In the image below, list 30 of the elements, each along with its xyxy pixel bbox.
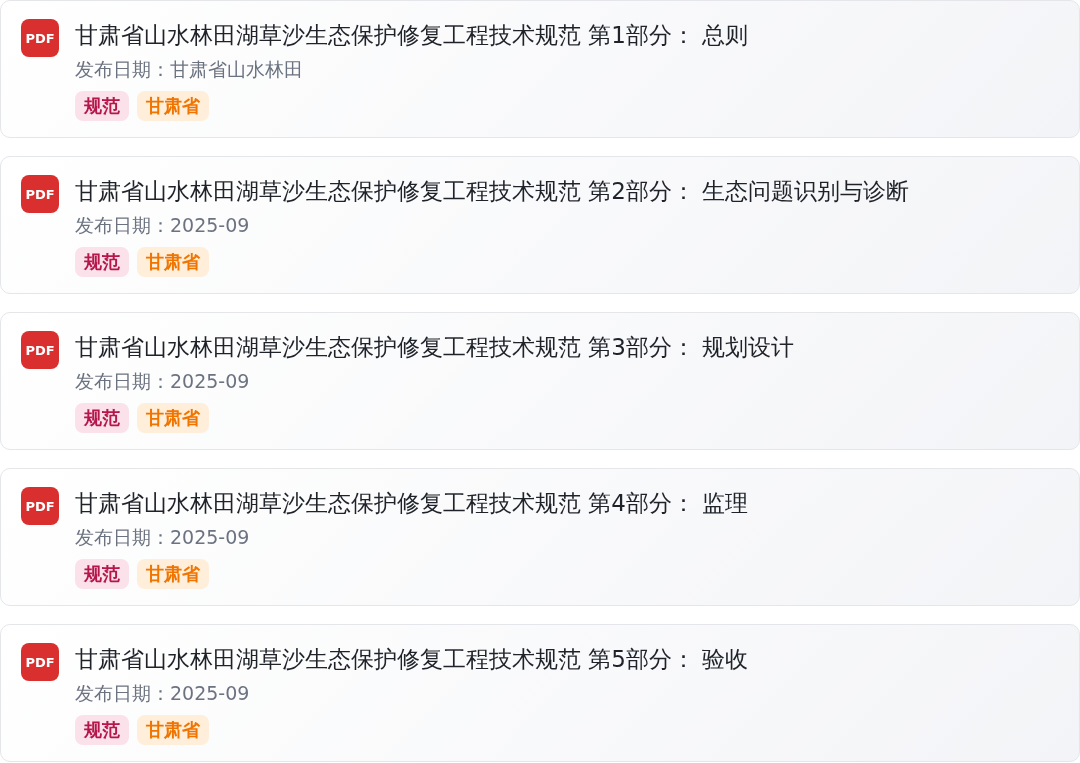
document-title[interactable]: 甘肃省山水林田湖草沙生态保护修复工程技术规范 第1部分： 总则 [75,17,749,53]
publish-date: 发布日期：2025-09 [75,213,251,238]
document-title[interactable]: 甘肃省山水林田湖草沙生态保护修复工程技术规范 第2部分： 生态问题识别与诊断 [75,173,910,209]
tag: 甘肃省 [137,403,209,433]
document-card[interactable]: PDF 甘肃省山水林田湖草沙生态保护修复工程技术规范 第4部分： 监理 发布日期：2025-09 规范 甘肃省 [0,468,1080,606]
document-card[interactable]: PDF 甘肃省山水林田湖草沙生态保护修复工程技术规范 第1部分： 总则 发布日期：甘肃省山水林田 规范 甘肃省 [0,0,1080,138]
pdf-icon: PDF [21,331,59,369]
document-card[interactable]: PDF 甘肃省山水林田湖草沙生态保护修复工程技术规范 第5部分： 验收 发布日期：2025-09 规范 甘肃省 [0,624,1080,762]
tag: 规范 [75,91,129,121]
pdf-icon: PDF [21,19,59,57]
publish-date: 发布日期：2025-09 [75,681,251,706]
tag: 甘肃省 [137,247,209,277]
pdf-icon: PDF [21,643,59,681]
publish-date: 发布日期：甘肃省山水林田 [75,57,304,82]
document-card[interactable]: PDF 甘肃省山水林田湖草沙生态保护修复工程技术规范 第3部分： 规划设计 发布日期：2025-09 规范 甘肃省 [0,312,1080,450]
tag: 甘肃省 [137,91,209,121]
document-title[interactable]: 甘肃省山水林田湖草沙生态保护修复工程技术规范 第5部分： 验收 [75,641,749,677]
tag: 规范 [75,403,129,433]
publish-date: 发布日期：2025-09 [75,369,251,394]
document-title[interactable]: 甘肃省山水林田湖草沙生态保护修复工程技术规范 第4部分： 监理 [75,485,749,521]
document-card[interactable]: PDF 甘肃省山水林田湖草沙生态保护修复工程技术规范 第2部分： 生态问题识别与诊断 发布日期：2025-09 规范 甘肃省 [0,156,1080,294]
tag: 规范 [75,559,129,589]
tag: 甘肃省 [137,715,209,745]
pdf-icon: PDF [21,487,59,525]
pdf-icon: PDF [21,175,59,213]
tag: 甘肃省 [137,559,209,589]
document-title[interactable]: 甘肃省山水林田湖草沙生态保护修复工程技术规范 第3部分： 规划设计 [75,329,795,365]
publish-date: 发布日期：2025-09 [75,525,251,550]
tag: 规范 [75,715,129,745]
tag: 规范 [75,247,129,277]
